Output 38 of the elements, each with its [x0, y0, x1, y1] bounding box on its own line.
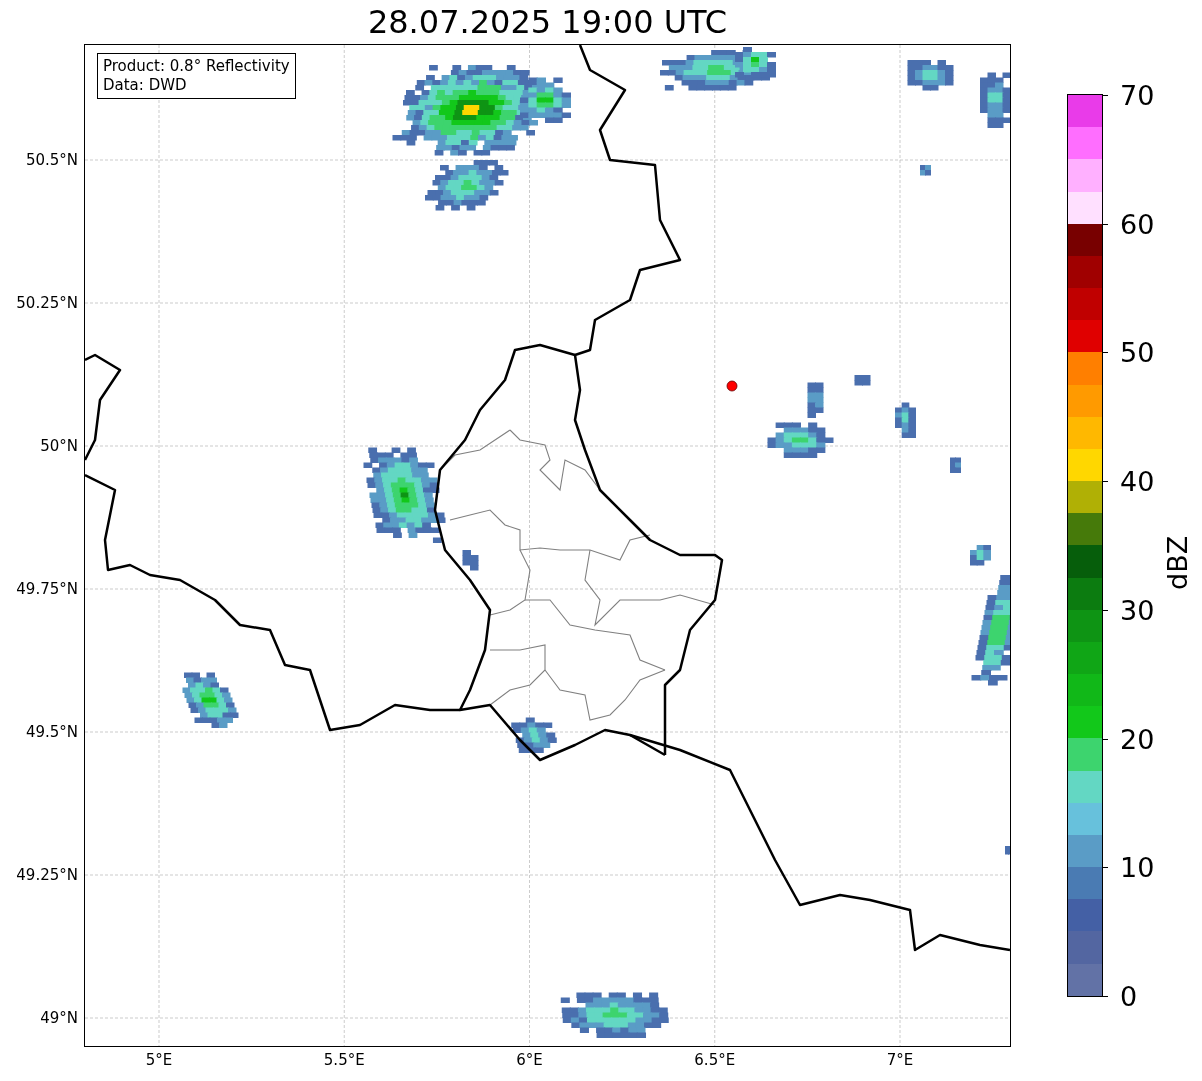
latitude-label: 50°N	[40, 437, 78, 455]
legend-text: Product: 0.8° Reflectivity	[103, 57, 290, 76]
latitude-label: 49.5°N	[25, 723, 78, 741]
colorbar-label: 40	[1120, 465, 1155, 497]
latitude-label: 49°N	[40, 1009, 78, 1027]
radar-echo	[767, 422, 834, 458]
radar-echo	[907, 60, 954, 91]
colorbar-label: 60	[1120, 208, 1155, 240]
radar-echo	[462, 550, 479, 571]
radar-echo	[895, 402, 916, 438]
radar-echo	[182, 672, 239, 728]
colorbar-label: 10	[1120, 851, 1155, 883]
longitude-label: 5.5°E	[323, 1051, 365, 1069]
radar-echo	[511, 717, 557, 753]
colorbar-label: 30	[1120, 594, 1155, 626]
latitude-label: 50.25°N	[16, 294, 78, 312]
longitude-label: 7°E	[886, 1051, 914, 1069]
longitude-label: 6.5°E	[694, 1051, 736, 1069]
latitude-label: 50.5°N	[25, 151, 78, 169]
colorbar-title: dBZ	[1162, 535, 1193, 590]
radar-echo	[950, 457, 961, 473]
radar-echo	[1005, 846, 1010, 855]
colorbar-label: 70	[1120, 79, 1155, 111]
radar-echo	[920, 165, 931, 176]
radar-echo	[980, 72, 1010, 128]
location-marker	[726, 380, 738, 392]
latitude-label: 49.25°N	[16, 866, 78, 884]
colorbar-label: 0	[1120, 980, 1138, 1012]
radar-echo	[854, 375, 871, 386]
longitude-label: 6°E	[516, 1051, 543, 1069]
latitude-label: 49.75°N	[16, 580, 78, 598]
colorbar-label: 20	[1120, 723, 1155, 755]
radar-echo	[970, 545, 991, 566]
colorbar-label: 50	[1120, 336, 1155, 368]
longitude-label: 5°E	[145, 1051, 173, 1069]
radar-echo	[807, 382, 824, 418]
chart-title: 28.07.2025 19:00 UTC	[366, 2, 729, 43]
legend-text: Data: DWD	[103, 76, 188, 95]
